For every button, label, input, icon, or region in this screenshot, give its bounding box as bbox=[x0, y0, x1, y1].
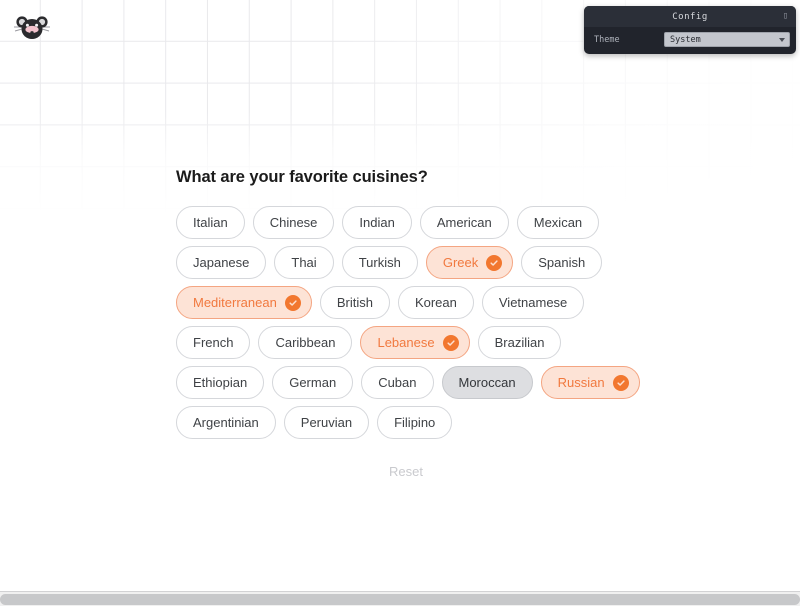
cuisine-chip-label: Caribbean bbox=[275, 335, 336, 350]
cuisine-chip-peruvian[interactable]: Peruvian bbox=[283, 406, 370, 439]
horizontal-scrollbar-thumb[interactable] bbox=[0, 594, 800, 605]
cuisine-chip-row: Japanese Thai Turkish Greek Spanish bbox=[176, 246, 636, 279]
cuisine-chip-label: Turkish bbox=[358, 255, 401, 270]
cuisine-chip-group: Italian Chinese Indian American Mexican Japan… bbox=[176, 206, 640, 439]
cuisine-chip-korean[interactable]: Korean bbox=[397, 286, 474, 319]
cuisine-chip-label: Vietnamese bbox=[498, 295, 568, 310]
cuisine-chip-filipino[interactable]: Filipino bbox=[377, 406, 453, 439]
cuisine-chip-german[interactable]: German bbox=[272, 366, 354, 399]
cuisine-chip-brazilian[interactable]: Brazilian bbox=[477, 326, 562, 359]
config-panel-body: Theme System bbox=[584, 27, 796, 54]
cuisine-chip-chinese[interactable]: Chinese bbox=[252, 206, 335, 239]
cuisine-chip-american[interactable]: American bbox=[419, 206, 509, 239]
cuisine-chip-label: Filipino bbox=[394, 415, 436, 430]
cuisine-chip-thai[interactable]: Thai bbox=[274, 246, 334, 279]
cuisine-chip-label: Moroccan bbox=[458, 375, 516, 390]
cuisine-chip-label: French bbox=[193, 335, 234, 350]
reset-button[interactable]: Reset bbox=[379, 460, 433, 483]
cuisine-chip-label: Chinese bbox=[269, 215, 318, 230]
horizontal-scrollbar[interactable] bbox=[0, 591, 800, 606]
cuisine-chip-label: British bbox=[336, 295, 373, 310]
cuisine-chip-label: Lebanese bbox=[377, 335, 435, 350]
cuisine-chip-mexican[interactable]: Mexican bbox=[516, 206, 600, 239]
cuisine-chip-label: Ethiopian bbox=[193, 375, 248, 390]
cuisine-chip-spanish[interactable]: Spanish bbox=[521, 246, 603, 279]
cuisine-chip-french[interactable]: French bbox=[176, 326, 251, 359]
cuisine-chip-label: Korean bbox=[414, 295, 457, 310]
cuisine-chip-indian[interactable]: Indian bbox=[342, 206, 412, 239]
cuisine-chip-label: Brazilian bbox=[494, 335, 545, 350]
cuisine-chip-label: Mexican bbox=[533, 215, 583, 230]
cuisine-chip-russian[interactable]: Russian bbox=[540, 366, 640, 399]
cuisine-chip-turkish[interactable]: Turkish bbox=[341, 246, 418, 279]
cuisine-chip-italian[interactable]: Italian bbox=[176, 206, 245, 239]
cuisine-chip-row: Argentinian Peruvian Filipino bbox=[176, 406, 636, 439]
cuisine-chip-label: Italian bbox=[193, 215, 228, 230]
cuisine-chip-label: Russian bbox=[557, 375, 605, 390]
cuisine-chip-label: Argentinian bbox=[193, 415, 259, 430]
config-row-theme: Theme System bbox=[590, 31, 790, 48]
check-circle-icon bbox=[442, 334, 459, 351]
cuisine-chip-label: Cuban bbox=[378, 375, 417, 390]
cuisine-chip-greek[interactable]: Greek bbox=[425, 246, 514, 279]
cuisine-survey: What are your favorite cuisines? Italian… bbox=[176, 168, 640, 483]
cuisine-chip-ethiopian[interactable]: Ethiopian bbox=[176, 366, 265, 399]
cuisine-chip-lebanese[interactable]: Lebanese bbox=[360, 326, 470, 359]
cuisine-chip-label: Mediterranean bbox=[193, 295, 277, 310]
mouse-face-icon bbox=[14, 11, 50, 45]
cuisine-chip-label: Japanese bbox=[193, 255, 250, 270]
cuisine-chip-british[interactable]: British bbox=[319, 286, 390, 319]
cuisine-chip-row: Mediterranean British Korean Vietnamese bbox=[176, 286, 636, 319]
collapse-icon[interactable]: ▯ bbox=[780, 11, 791, 22]
page-title: What are your favorite cuisines? bbox=[176, 168, 428, 186]
config-panel-title: Config bbox=[672, 11, 708, 22]
theme-select-value: System bbox=[670, 34, 701, 45]
chevron-down-icon bbox=[779, 37, 785, 42]
check-circle-icon bbox=[612, 374, 629, 391]
config-panel[interactable]: Config ▯ Theme System bbox=[584, 6, 796, 54]
cuisine-chip-vietnamese[interactable]: Vietnamese bbox=[481, 286, 585, 319]
cuisine-chip-argentinian[interactable]: Argentinian bbox=[176, 406, 276, 439]
cuisine-chip-moroccan[interactable]: Moroccan bbox=[441, 366, 533, 399]
cuisine-chip-mediterranean[interactable]: Mediterranean bbox=[176, 286, 312, 319]
config-panel-titlebar[interactable]: Config ▯ bbox=[584, 6, 796, 27]
cuisine-chip-caribbean[interactable]: Caribbean bbox=[258, 326, 353, 359]
theme-label: Theme bbox=[594, 34, 620, 45]
cuisine-chip-label: American bbox=[436, 215, 492, 230]
cuisine-chip-label: German bbox=[289, 375, 337, 390]
cuisine-chip-row: Ethiopian German Cuban Moroccan Russian bbox=[176, 366, 640, 399]
cuisine-chip-japanese[interactable]: Japanese bbox=[176, 246, 267, 279]
check-circle-icon bbox=[486, 254, 503, 271]
cuisine-chip-label: Greek bbox=[442, 255, 479, 270]
cuisine-chip-label: Indian bbox=[359, 215, 395, 230]
theme-select[interactable]: System bbox=[664, 32, 790, 47]
check-circle-icon bbox=[284, 294, 301, 311]
cuisine-chip-row: Italian Chinese Indian American Mexican bbox=[176, 206, 636, 239]
cuisine-chip-row: French Caribbean Lebanese Brazilian bbox=[176, 326, 636, 359]
cuisine-chip-label: Thai bbox=[291, 255, 317, 270]
cuisine-chip-label: Peruvian bbox=[300, 415, 353, 430]
cuisine-chip-label: Spanish bbox=[538, 255, 586, 270]
cuisine-chip-cuban[interactable]: Cuban bbox=[361, 366, 434, 399]
